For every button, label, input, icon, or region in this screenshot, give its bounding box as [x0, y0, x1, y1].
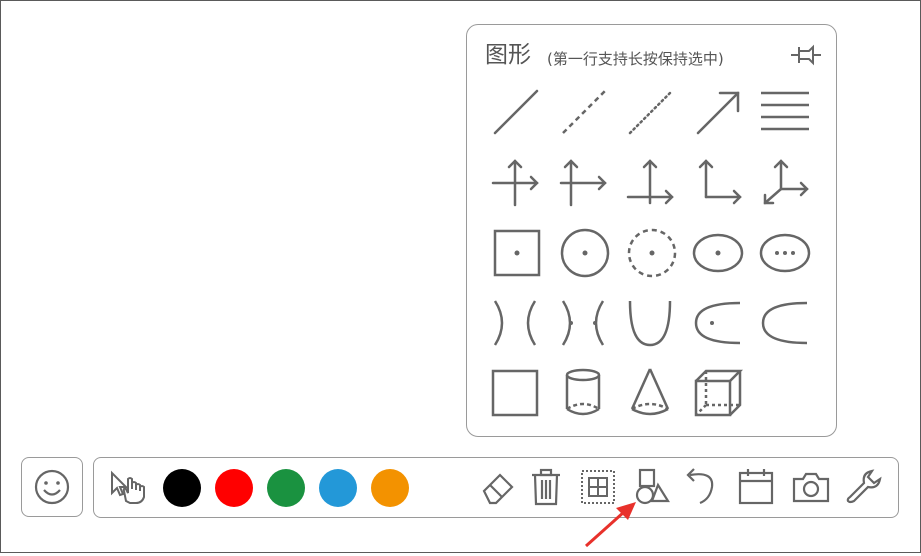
ellipse-with-center-icon[interactable] — [690, 225, 746, 281]
parabola-with-focus-icon[interactable] — [690, 295, 746, 351]
parabola-icon[interactable] — [622, 295, 678, 351]
parallel-lines-icon[interactable] — [757, 83, 813, 139]
hyperbola-icon[interactable] — [487, 295, 543, 351]
solid-line-icon[interactable] — [487, 83, 543, 139]
calendar-icon[interactable] — [736, 467, 776, 507]
emoji-panel — [21, 457, 83, 517]
color-orange[interactable] — [371, 469, 409, 507]
circle-with-center-icon[interactable] — [555, 225, 611, 281]
color-black[interactable] — [163, 469, 201, 507]
dashed-circle-with-center-icon[interactable] — [622, 225, 678, 281]
cube-icon[interactable] — [690, 365, 746, 421]
coordinate-axes-icon[interactable] — [690, 155, 746, 211]
cone-icon[interactable] — [622, 365, 678, 421]
color-red[interactable] — [215, 469, 253, 507]
parabola-left-icon[interactable] — [757, 295, 813, 351]
coordinate-axes-icon[interactable] — [555, 155, 611, 211]
hyperbola-with-foci-icon[interactable] — [555, 295, 611, 351]
color-green[interactable] — [267, 469, 305, 507]
shapes-panel: 图形 (第一行支持长按保持选中) — [466, 24, 837, 437]
dotted-line-icon[interactable] — [622, 83, 678, 139]
square-icon[interactable] — [487, 365, 543, 421]
bottom-toolbar — [93, 457, 899, 518]
arrow-line-icon[interactable] — [690, 83, 746, 139]
cylinder-icon[interactable] — [555, 365, 611, 421]
smiley-icon[interactable] — [34, 469, 70, 505]
ellipse-with-foci-icon[interactable] — [757, 225, 813, 281]
panel-subtitle: (第一行支持长按保持选中) — [547, 50, 724, 68]
undo-icon[interactable] — [680, 467, 720, 507]
3d-axes-icon[interactable] — [757, 155, 813, 211]
eraser-icon[interactable] — [478, 467, 518, 507]
color-blue[interactable] — [319, 469, 357, 507]
hand-pointer-icon[interactable] — [108, 467, 148, 507]
red-arrow-icon — [580, 496, 640, 552]
dashed-line-icon[interactable] — [555, 83, 611, 139]
camera-icon[interactable] — [791, 467, 831, 507]
panel-title: 图形 — [485, 42, 531, 68]
wrench-icon[interactable] — [844, 467, 884, 507]
coordinate-axes-icon[interactable] — [622, 155, 678, 211]
coordinate-axes-icon[interactable] — [487, 155, 543, 211]
pushpin-icon[interactable] — [789, 41, 825, 69]
trash-icon[interactable] — [526, 467, 566, 507]
square-with-center-icon[interactable] — [487, 225, 543, 281]
